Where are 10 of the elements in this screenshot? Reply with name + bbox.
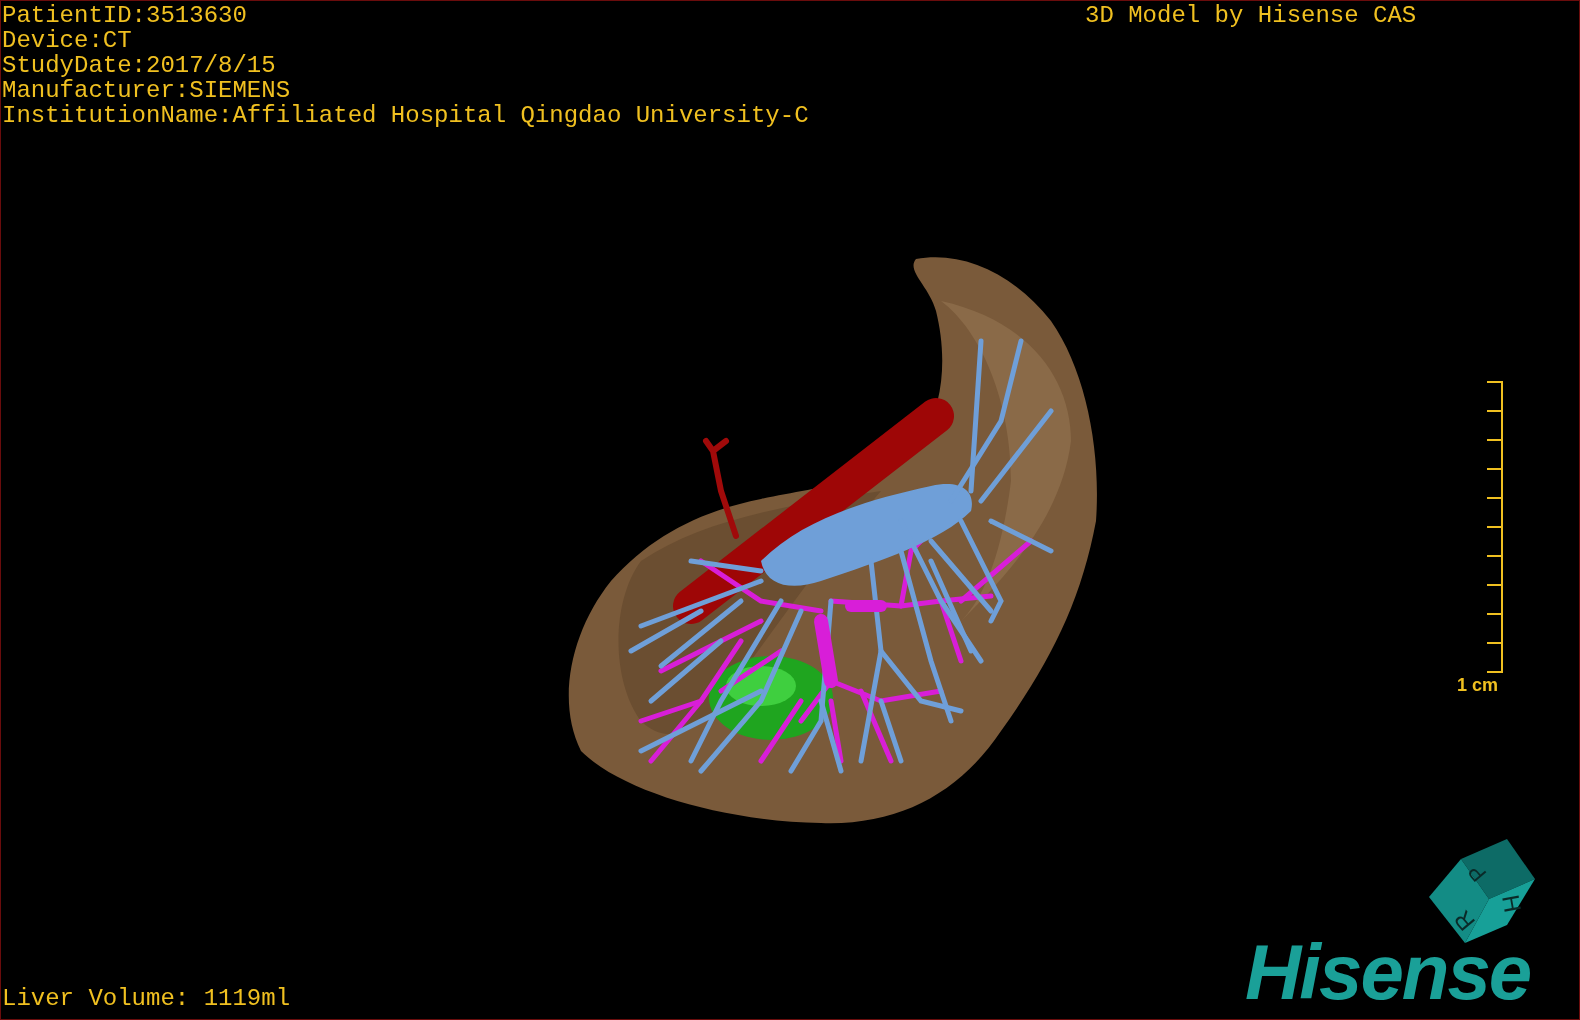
study-info-text: Manufacturer:SIEMENS — [2, 78, 292, 103]
liver-volume-text: Liver Volume: 1119ml — [2, 986, 291, 1011]
study-info-text: PatientID:3513630 — [2, 3, 248, 28]
scale-ruler-icon — [1485, 379, 1505, 675]
scale-label: 1 cm — [1457, 675, 1499, 695]
study-info-text: StudyDate:2017/8/15 — [2, 53, 277, 78]
viewer-title: 3D Model by Hisense CAS — [1085, 3, 1417, 28]
study-info-text: Device:CT — [2, 28, 133, 53]
study-info-text: InstitutionName:Affiliated Hospital Qingdao University-C — [2, 103, 809, 128]
hisense-logo: Hisense — [1245, 933, 1531, 1011]
